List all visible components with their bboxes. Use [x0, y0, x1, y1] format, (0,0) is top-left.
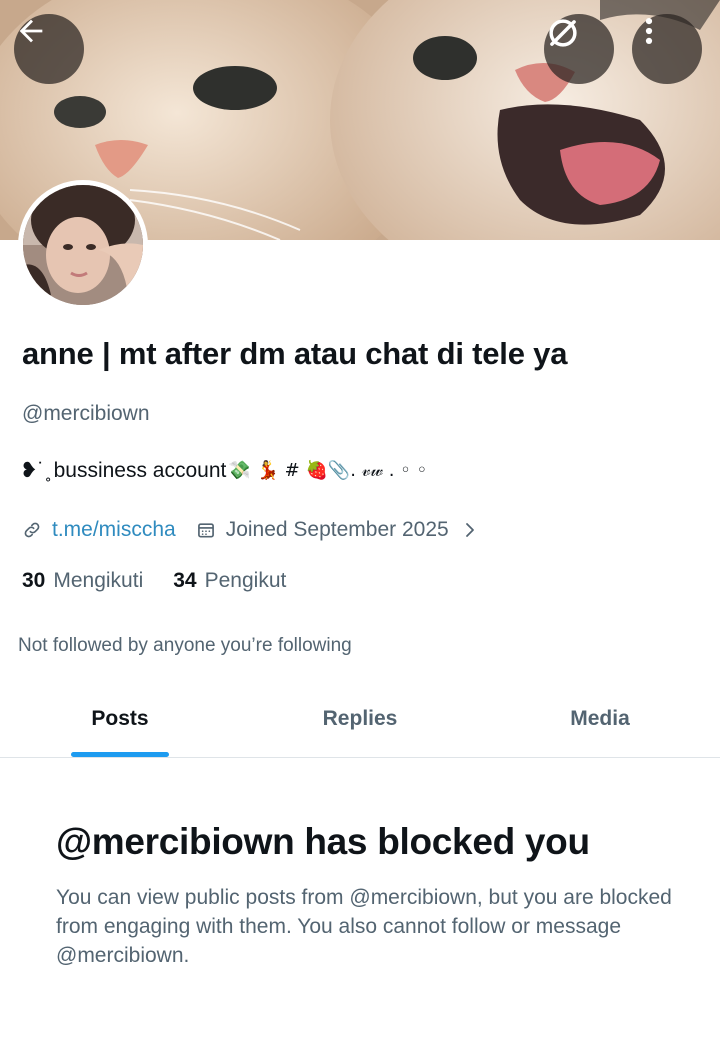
- follow-stats: 30 Mengikuti 34 Pengikut: [22, 569, 286, 593]
- back-button[interactable]: [14, 14, 84, 84]
- more-options-button[interactable]: [632, 14, 702, 84]
- tab-label: Media: [570, 706, 630, 730]
- tab-media[interactable]: Media: [480, 680, 720, 757]
- followers-count: 34: [173, 569, 197, 592]
- bio-prefix: ❥˙˳: [20, 459, 52, 482]
- blocked-description: You can view public posts from @mercibio…: [56, 886, 672, 967]
- profile-meta: t.me/misccha Joined September 2025: [22, 518, 479, 542]
- tab-label: Replies: [322, 706, 398, 730]
- followers-stat[interactable]: 34 Pengikut: [173, 569, 286, 593]
- display-name: anne | mt after dm atau chat di tele ya: [22, 336, 568, 371]
- chevron-right-icon[interactable]: [461, 521, 479, 539]
- joined-date: Joined September 2025: [225, 518, 449, 541]
- following-count: 30: [22, 569, 46, 592]
- tab-label: Posts: [91, 706, 149, 730]
- avatar-photo: [23, 185, 143, 305]
- followers-label: Pengikut: [204, 569, 287, 592]
- tab-replies[interactable]: Replies: [240, 680, 480, 757]
- profile-tabs: Posts Replies Media: [0, 680, 720, 758]
- following-stat[interactable]: 30 Mengikuti: [22, 569, 143, 593]
- bio-text: bussiness account: [53, 458, 227, 482]
- profile-handle: @mercibiown: [22, 402, 150, 425]
- active-tab-indicator: [71, 752, 169, 757]
- blocked-title: @mercibiown has blocked you: [56, 821, 590, 862]
- tab-posts[interactable]: Posts: [0, 680, 240, 757]
- bio-emojis: 💸 💃 # 🍓📎. 𝓋𝓌 . ◦ ◦: [228, 460, 428, 481]
- calendar-icon: [196, 520, 216, 540]
- not-followed-notice: Not followed by anyone you’re following: [18, 635, 352, 656]
- no-sync-button[interactable]: [544, 14, 614, 84]
- profile-link[interactable]: t.me/misccha: [52, 518, 176, 542]
- following-label: Mengikuti: [53, 569, 144, 592]
- link-icon: [22, 520, 42, 540]
- profile-avatar[interactable]: [18, 180, 148, 310]
- profile-page: anne | mt after dm atau chat di tele ya …: [0, 0, 720, 1044]
- profile-bio: ❥˙˳ bussiness account 💸 💃 # 🍓📎. 𝓋𝓌 . ◦ ◦: [20, 458, 427, 483]
